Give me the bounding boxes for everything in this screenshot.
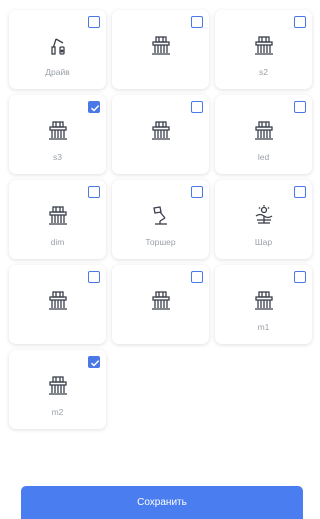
device-card[interactable]: s3 — [9, 95, 106, 174]
device-label: led — [257, 152, 270, 162]
device-card[interactable] — [112, 10, 209, 89]
house-icon — [46, 119, 70, 143]
house-icon — [46, 289, 70, 313]
house-icon — [252, 34, 276, 58]
check-icon — [90, 360, 100, 367]
device-card[interactable] — [9, 265, 106, 344]
device-card[interactable] — [112, 265, 209, 344]
house-icon — [149, 289, 173, 313]
device-card[interactable] — [112, 95, 209, 174]
device-card[interactable]: m2 — [9, 350, 106, 429]
device-label: s2 — [259, 67, 268, 77]
checkbox-checked[interactable] — [88, 356, 100, 368]
check-icon — [90, 105, 100, 112]
device-label: dim — [50, 237, 65, 247]
checkbox-unchecked[interactable] — [191, 16, 203, 28]
house-icon — [252, 289, 276, 313]
device-card[interactable]: m1 — [215, 265, 312, 344]
device-card[interactable]: led — [215, 95, 312, 174]
checkbox-unchecked[interactable] — [88, 271, 100, 283]
save-button[interactable]: Сохранить — [21, 486, 303, 519]
house-icon — [46, 374, 70, 398]
checkbox-checked[interactable] — [88, 101, 100, 113]
lamp-device-icon — [46, 34, 70, 58]
device-card[interactable]: Торшер — [112, 180, 209, 259]
device-label: m1 — [257, 322, 270, 332]
device-card[interactable]: s2 — [215, 10, 312, 89]
house-icon — [149, 119, 173, 143]
ball-lamp-icon — [252, 204, 276, 228]
device-card[interactable]: Шар — [215, 180, 312, 259]
house-icon — [46, 204, 70, 228]
checkbox-unchecked[interactable] — [191, 186, 203, 198]
checkbox-unchecked[interactable] — [294, 101, 306, 113]
house-icon — [252, 119, 276, 143]
checkbox-unchecked[interactable] — [294, 186, 306, 198]
device-label: Торшер — [145, 237, 176, 247]
device-label: Драйв — [45, 67, 70, 77]
checkbox-unchecked[interactable] — [88, 16, 100, 28]
device-label: s3 — [53, 152, 62, 162]
house-icon — [149, 34, 173, 58]
device-grid: Драйв s2 s3 led dim Торшер Шар m1 m2 — [9, 10, 312, 429]
checkbox-unchecked[interactable] — [294, 16, 306, 28]
checkbox-unchecked[interactable] — [294, 271, 306, 283]
floor-lamp-icon — [149, 204, 173, 228]
checkbox-unchecked[interactable] — [88, 186, 100, 198]
checkbox-unchecked[interactable] — [191, 271, 203, 283]
device-card[interactable]: dim — [9, 180, 106, 259]
checkbox-unchecked[interactable] — [191, 101, 203, 113]
device-card[interactable]: Драйв — [9, 10, 106, 89]
device-label: Шар — [254, 237, 273, 247]
device-label: m2 — [51, 407, 64, 417]
